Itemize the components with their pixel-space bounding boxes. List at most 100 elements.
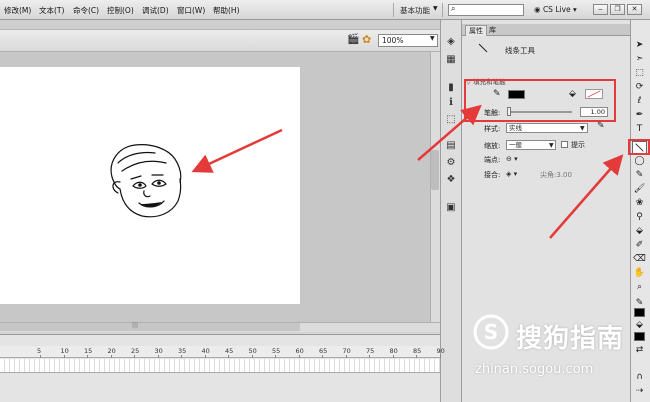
timeline-tick <box>416 355 417 358</box>
tab-library[interactable]: 库 <box>486 25 499 36</box>
annotation-box-stroke-settings <box>464 79 616 122</box>
edit-stroke-style-icon[interactable]: ✎ <box>597 121 605 131</box>
menu-commands[interactable]: 命令(C) <box>73 5 99 16</box>
timeline-tick <box>369 355 370 358</box>
timeline-tick-label: 85 <box>413 347 422 355</box>
stroke-color-tool-swatch[interactable] <box>634 308 645 317</box>
pencil-tool-icon[interactable]: ✎ <box>632 169 647 182</box>
3d-rotation-tool-icon[interactable]: ⟳ <box>632 81 647 94</box>
timeline-frames[interactable] <box>0 359 440 373</box>
stage-canvas[interactable] <box>0 67 300 304</box>
fill-color-tool-swatch[interactable] <box>634 332 645 341</box>
miter-label: 尖角:3.00 <box>540 170 572 180</box>
free-transform-tool-icon[interactable]: ⬚ <box>632 67 647 80</box>
menu-debug[interactable]: 调试(D) <box>142 5 169 16</box>
menu-bar: 修改(M) 文本(T) 命令(C) 控制(O) 调试(D) 窗口(W) 帮助(H… <box>0 0 650 20</box>
timeline-tick-label: 35 <box>178 347 187 355</box>
timeline-tick <box>298 355 300 358</box>
deco-tool-icon[interactable]: ❀ <box>632 197 647 210</box>
paint-bucket-tool-icon[interactable]: ⬙ <box>632 225 647 238</box>
flash-app-window: 修改(M) 文本(T) 命令(C) 控制(O) 调试(D) 窗口(W) 帮助(H… <box>0 0 650 402</box>
align-panel-icon[interactable]: ▮ <box>445 82 457 94</box>
chevron-down-icon[interactable]: ▼ <box>580 125 585 132</box>
cs-live-label: CS Live <box>542 5 571 14</box>
chevron-down-icon[interactable]: ▼ <box>549 142 554 149</box>
code-snippets-icon[interactable]: ▤ <box>445 140 457 152</box>
snap-to-objects-icon[interactable]: ∩ <box>632 371 647 384</box>
miter-text: 尖角: <box>540 171 557 179</box>
smooth-icon[interactable]: ⇢ <box>632 385 647 398</box>
pen-tool-icon[interactable]: ✒ <box>632 109 647 122</box>
edit-symbol-icon[interactable]: ✿ <box>362 33 371 46</box>
timeline-tick-label: 50 <box>248 347 257 355</box>
timeline-tick-label: 65 <box>319 347 328 355</box>
swatches-panel-icon[interactable]: ▦ <box>445 54 457 66</box>
timeline-tick <box>204 355 206 358</box>
timeline-tick <box>110 355 112 358</box>
timeline-tick <box>87 355 88 358</box>
line-tool-icon <box>478 43 488 53</box>
cap-select[interactable]: ⊖ ▾ <box>506 155 518 163</box>
help-search-input[interactable] <box>448 4 524 16</box>
chevron-down-icon[interactable]: ▼ <box>430 35 435 42</box>
timeline-tick <box>134 355 135 358</box>
timeline-tick-label: 70 <box>342 347 351 355</box>
fill-color-tool-icon[interactable]: ⬙ <box>632 319 647 332</box>
menu-modify[interactable]: 修改(M) <box>4 5 31 16</box>
transform-panel-icon[interactable]: ⬚ <box>445 114 457 126</box>
timeline-tick-label: 10 <box>60 347 69 355</box>
timeline-tick <box>322 355 323 358</box>
document-tab-strip <box>0 20 440 30</box>
text-tool-icon[interactable]: T <box>632 123 647 136</box>
join-label: 接合: <box>484 171 501 179</box>
subselection-tool-icon[interactable]: ➣ <box>632 53 647 66</box>
selection-tool-icon[interactable]: ➤ <box>632 39 647 52</box>
project-panel-icon[interactable]: ▣ <box>445 202 457 214</box>
timeline-tick-label: 60 <box>295 347 304 355</box>
cartoon-face-drawing <box>110 144 182 218</box>
workspace-switcher[interactable]: 基本功能 <box>400 5 430 16</box>
menu-text[interactable]: 文本(T) <box>39 5 64 16</box>
zoom-select[interactable]: 100% <box>378 34 438 47</box>
timeline-tick <box>392 355 394 358</box>
restore-button[interactable]: ❐ <box>610 4 625 15</box>
tool-name-label: 线条工具 <box>505 46 535 55</box>
color-panel-icon[interactable]: ◈ <box>445 36 457 48</box>
chevron-down-icon[interactable]: ▼ <box>433 5 438 12</box>
annotation-box-line-tool <box>628 139 650 155</box>
menu-separator <box>442 3 443 17</box>
close-button[interactable]: ✕ <box>627 4 642 15</box>
rectangle-tool-icon[interactable]: ◯ <box>632 155 647 168</box>
tab-properties[interactable]: 属性 <box>465 25 487 36</box>
hint-checkbox[interactable] <box>561 141 568 148</box>
bone-tool-icon[interactable]: ⚲ <box>632 211 647 224</box>
eyedropper-tool-icon[interactable]: ✐ <box>632 239 647 252</box>
lasso-tool-icon[interactable]: ℓ <box>632 95 647 108</box>
minimize-button[interactable]: ‒ <box>593 4 608 15</box>
components-panel-icon[interactable]: ⚙ <box>445 157 457 169</box>
info-panel-icon[interactable]: ℹ <box>445 97 457 109</box>
vertical-scroll-thumb[interactable] <box>431 150 439 190</box>
menu-window[interactable]: 窗口(W) <box>177 5 205 16</box>
search-icon: ⌕ <box>451 4 456 13</box>
menu-control[interactable]: 控制(O) <box>107 5 134 16</box>
menu-help[interactable]: 帮助(H) <box>213 5 240 16</box>
cs-live-button[interactable]: ◉ CS Live ▾ <box>534 5 577 14</box>
edit-bar <box>0 30 440 52</box>
timeline-tick-label: 55 <box>272 347 281 355</box>
style-select[interactable]: 实线 <box>506 123 588 133</box>
zoom-tool-icon[interactable]: ⌕ <box>632 281 647 294</box>
swap-colors-icon[interactable]: ⇄ <box>632 344 647 357</box>
brush-tool-icon[interactable]: 🖌 <box>632 183 647 196</box>
join-select[interactable]: ◈ ▾ <box>506 170 517 178</box>
timeline-tick-label: 75 <box>366 347 375 355</box>
hand-tool-icon[interactable]: ✋ <box>632 267 647 280</box>
timeline-tick-label: 80 <box>389 347 398 355</box>
timeline-tick-label: 30 <box>154 347 163 355</box>
eraser-tool-icon[interactable]: ⌫ <box>632 253 647 266</box>
scale-label: 缩放: <box>484 142 501 150</box>
horizontal-scroll-thumb[interactable] <box>0 323 300 331</box>
motion-presets-icon[interactable]: ❖ <box>445 174 457 186</box>
edit-scene-icon[interactable]: 🎬 <box>347 34 359 45</box>
style-label: 样式: <box>484 125 501 133</box>
